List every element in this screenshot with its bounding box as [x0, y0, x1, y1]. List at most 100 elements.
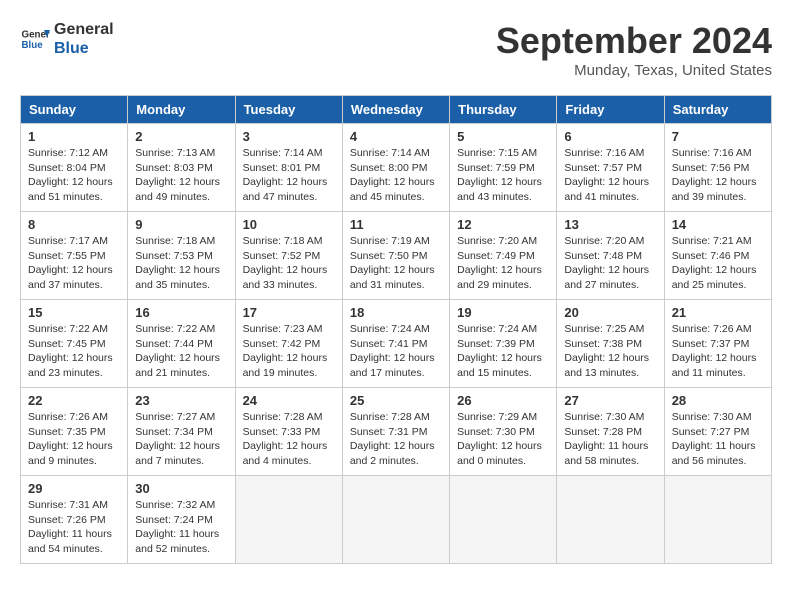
day-info: Sunrise: 7:15 AM Sunset: 7:59 PM Dayligh…	[457, 146, 549, 205]
day-info: Sunrise: 7:23 AM Sunset: 7:42 PM Dayligh…	[243, 322, 335, 381]
day-cell: 14 Sunrise: 7:21 AM Sunset: 7:46 PM Dayli…	[664, 212, 771, 300]
day-info: Sunrise: 7:24 AM Sunset: 7:41 PM Dayligh…	[350, 322, 442, 381]
day-cell: 10 Sunrise: 7:18 AM Sunset: 7:52 PM Dayli…	[235, 212, 342, 300]
day-cell: 19 Sunrise: 7:24 AM Sunset: 7:39 PM Dayli…	[450, 300, 557, 388]
day-number: 23	[135, 393, 227, 408]
day-cell: 5 Sunrise: 7:15 AM Sunset: 7:59 PM Daylig…	[450, 124, 557, 212]
day-number: 29	[28, 481, 120, 496]
day-cell: 20 Sunrise: 7:25 AM Sunset: 7:38 PM Dayli…	[557, 300, 664, 388]
day-info: Sunrise: 7:32 AM Sunset: 7:24 PM Dayligh…	[135, 498, 227, 557]
calendar-week: 1Sunrise: 7:12 AM Sunset: 8:04 PM Daylig…	[21, 124, 772, 212]
day-info: Sunrise: 7:22 AM Sunset: 7:45 PM Dayligh…	[28, 322, 120, 381]
day-number: 3	[243, 129, 335, 144]
day-info: Sunrise: 7:16 AM Sunset: 7:56 PM Dayligh…	[672, 146, 764, 205]
calendar-table: Sunday Monday Tuesday Wednesday Thursday…	[20, 95, 772, 564]
day-cell: 18 Sunrise: 7:24 AM Sunset: 7:41 PM Dayli…	[342, 300, 449, 388]
day-number: 17	[243, 305, 335, 320]
col-saturday: Saturday	[664, 96, 771, 124]
day-info: Sunrise: 7:27 AM Sunset: 7:34 PM Dayligh…	[135, 410, 227, 469]
empty-cell	[450, 476, 557, 564]
empty-cell	[235, 476, 342, 564]
day-cell: 24 Sunrise: 7:28 AM Sunset: 7:33 PM Dayli…	[235, 388, 342, 476]
logo-general: General	[54, 20, 114, 39]
day-info: Sunrise: 7:14 AM Sunset: 8:01 PM Dayligh…	[243, 146, 335, 205]
day-cell: 2 Sunrise: 7:13 AM Sunset: 8:03 PM Daylig…	[128, 124, 235, 212]
title-area: September 2024 Munday, Texas, United Sta…	[496, 20, 772, 79]
day-info: Sunrise: 7:22 AM Sunset: 7:44 PM Dayligh…	[135, 322, 227, 381]
day-info: Sunrise: 7:21 AM Sunset: 7:46 PM Dayligh…	[672, 234, 764, 293]
day-info: Sunrise: 7:30 AM Sunset: 7:27 PM Dayligh…	[672, 410, 764, 469]
day-cell: 23 Sunrise: 7:27 AM Sunset: 7:34 PM Dayli…	[128, 388, 235, 476]
day-cell: 13 Sunrise: 7:20 AM Sunset: 7:48 PM Dayli…	[557, 212, 664, 300]
col-sunday: Sunday	[21, 96, 128, 124]
day-number: 24	[243, 393, 335, 408]
day-info: Sunrise: 7:18 AM Sunset: 7:52 PM Dayligh…	[243, 234, 335, 293]
day-info: Sunrise: 7:24 AM Sunset: 7:39 PM Dayligh…	[457, 322, 549, 381]
day-number: 11	[350, 217, 442, 232]
day-cell: 7 Sunrise: 7:16 AM Sunset: 7:56 PM Daylig…	[664, 124, 771, 212]
day-cell: 28 Sunrise: 7:30 AM Sunset: 7:27 PM Dayli…	[664, 388, 771, 476]
day-cell: 1Sunrise: 7:12 AM Sunset: 8:04 PM Daylig…	[21, 124, 128, 212]
svg-text:Blue: Blue	[22, 40, 44, 51]
day-info: Sunrise: 7:20 AM Sunset: 7:48 PM Dayligh…	[564, 234, 656, 293]
calendar-week: 22Sunrise: 7:26 AM Sunset: 7:35 PM Dayli…	[21, 388, 772, 476]
day-cell: 15 Sunrise: 7:22 AM Sunset: 7:45 PM Dayli…	[21, 300, 128, 388]
day-cell: 30 Sunrise: 7:32 AM Sunset: 7:24 PM Dayli…	[128, 476, 235, 564]
day-info: Sunrise: 7:16 AM Sunset: 7:57 PM Dayligh…	[564, 146, 656, 205]
day-number: 15	[28, 305, 120, 320]
day-number: 21	[672, 305, 764, 320]
logo: General Blue General Blue	[20, 20, 114, 58]
day-number: 14	[672, 217, 764, 232]
calendar-week: 8Sunrise: 7:17 AM Sunset: 7:55 PM Daylig…	[21, 212, 772, 300]
calendar-week: 15 Sunrise: 7:22 AM Sunset: 7:45 PM Dayli…	[21, 300, 772, 388]
day-number: 2	[135, 129, 227, 144]
day-number: 19	[457, 305, 549, 320]
day-number: 20	[564, 305, 656, 320]
empty-cell	[342, 476, 449, 564]
empty-cell	[664, 476, 771, 564]
day-number: 22	[28, 393, 120, 408]
day-info: Sunrise: 7:12 AM Sunset: 8:04 PM Dayligh…	[28, 146, 120, 205]
day-cell: 4 Sunrise: 7:14 AM Sunset: 8:00 PM Daylig…	[342, 124, 449, 212]
day-info: Sunrise: 7:31 AM Sunset: 7:26 PM Dayligh…	[28, 498, 120, 557]
col-monday: Monday	[128, 96, 235, 124]
month-title: September 2024	[496, 20, 772, 62]
day-cell: 21Sunrise: 7:26 AM Sunset: 7:37 PM Dayli…	[664, 300, 771, 388]
day-info: Sunrise: 7:28 AM Sunset: 7:33 PM Dayligh…	[243, 410, 335, 469]
day-info: Sunrise: 7:29 AM Sunset: 7:30 PM Dayligh…	[457, 410, 549, 469]
day-info: Sunrise: 7:30 AM Sunset: 7:28 PM Dayligh…	[564, 410, 656, 469]
col-thursday: Thursday	[450, 96, 557, 124]
day-info: Sunrise: 7:14 AM Sunset: 8:00 PM Dayligh…	[350, 146, 442, 205]
day-cell: 9Sunrise: 7:18 AM Sunset: 7:53 PM Daylig…	[128, 212, 235, 300]
day-number: 10	[243, 217, 335, 232]
col-friday: Friday	[557, 96, 664, 124]
day-number: 26	[457, 393, 549, 408]
day-number: 7	[672, 129, 764, 144]
day-info: Sunrise: 7:19 AM Sunset: 7:50 PM Dayligh…	[350, 234, 442, 293]
day-number: 4	[350, 129, 442, 144]
day-cell: 16Sunrise: 7:22 AM Sunset: 7:44 PM Dayli…	[128, 300, 235, 388]
day-cell: 17 Sunrise: 7:23 AM Sunset: 7:42 PM Dayli…	[235, 300, 342, 388]
day-number: 13	[564, 217, 656, 232]
day-cell: 3 Sunrise: 7:14 AM Sunset: 8:01 PM Daylig…	[235, 124, 342, 212]
day-number: 28	[672, 393, 764, 408]
day-info: Sunrise: 7:17 AM Sunset: 7:55 PM Dayligh…	[28, 234, 120, 293]
day-number: 18	[350, 305, 442, 320]
day-cell: 22Sunrise: 7:26 AM Sunset: 7:35 PM Dayli…	[21, 388, 128, 476]
day-number: 12	[457, 217, 549, 232]
day-info: Sunrise: 7:25 AM Sunset: 7:38 PM Dayligh…	[564, 322, 656, 381]
day-cell: 8Sunrise: 7:17 AM Sunset: 7:55 PM Daylig…	[21, 212, 128, 300]
day-cell: 25Sunrise: 7:28 AM Sunset: 7:31 PM Dayli…	[342, 388, 449, 476]
day-info: Sunrise: 7:13 AM Sunset: 8:03 PM Dayligh…	[135, 146, 227, 205]
header-row: Sunday Monday Tuesday Wednesday Thursday…	[21, 96, 772, 124]
day-cell: 26 Sunrise: 7:29 AM Sunset: 7:30 PM Dayli…	[450, 388, 557, 476]
calendar-week: 29 Sunrise: 7:31 AM Sunset: 7:26 PM Dayli…	[21, 476, 772, 564]
day-cell: 11 Sunrise: 7:19 AM Sunset: 7:50 PM Dayli…	[342, 212, 449, 300]
day-number: 5	[457, 129, 549, 144]
day-number: 30	[135, 481, 227, 496]
col-tuesday: Tuesday	[235, 96, 342, 124]
col-wednesday: Wednesday	[342, 96, 449, 124]
day-number: 9	[135, 217, 227, 232]
location: Munday, Texas, United States	[496, 62, 772, 79]
day-number: 6	[564, 129, 656, 144]
